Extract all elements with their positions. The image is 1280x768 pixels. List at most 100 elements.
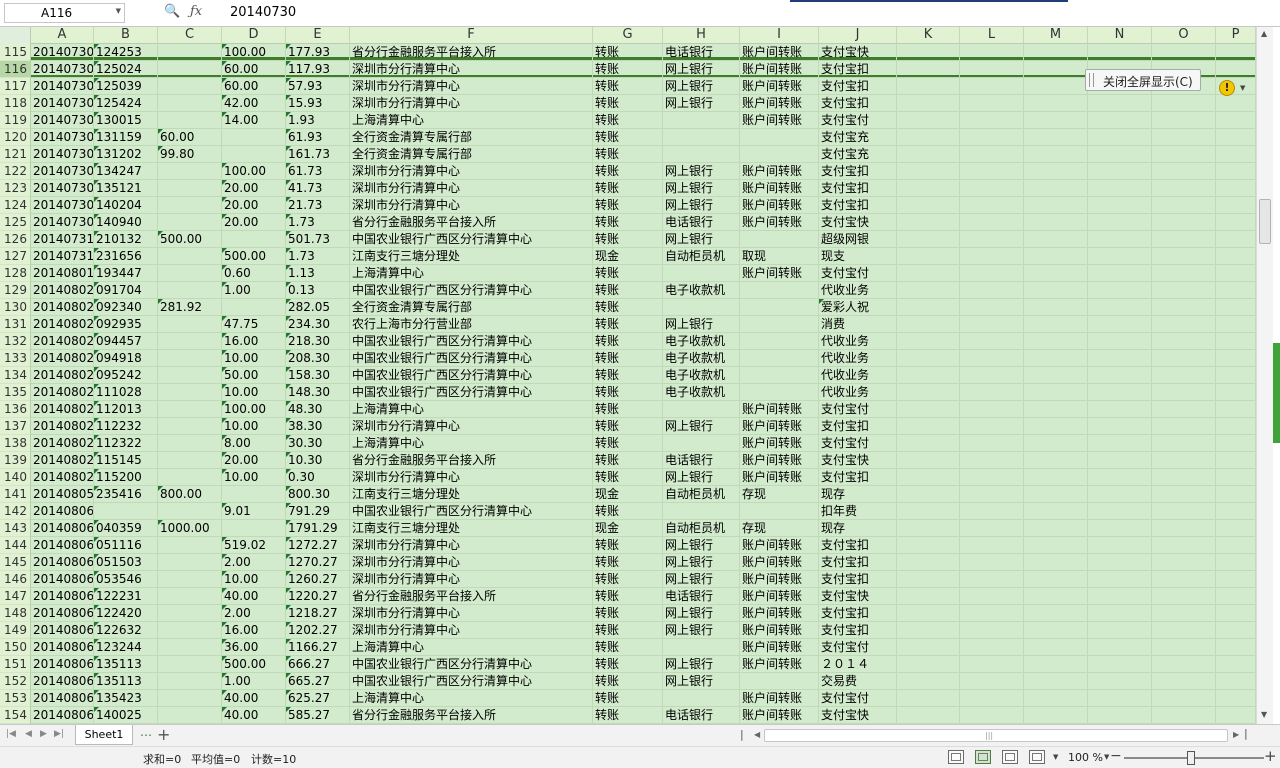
cell-h-151[interactable]: 网上银行	[663, 656, 740, 673]
cell-c-129[interactable]	[158, 282, 222, 299]
cell-j-129[interactable]: 代收业务	[819, 282, 897, 299]
cell-empty[interactable]	[897, 61, 960, 78]
cell-h-142[interactable]	[663, 503, 740, 520]
cell-f-122[interactable]: 深圳市分行清算中心	[350, 163, 593, 180]
cell-a-154[interactable]: 20140806	[31, 707, 94, 724]
cell-e-129[interactable]: 0.13	[286, 282, 350, 299]
cell-b-115[interactable]: 124253	[94, 44, 158, 61]
cell-empty[interactable]	[1088, 605, 1152, 622]
cell-h-122[interactable]: 网上银行	[663, 163, 740, 180]
cell-empty[interactable]	[1024, 248, 1088, 265]
cell-j-116[interactable]: 支付宝扣	[819, 61, 897, 78]
cell-empty[interactable]	[1152, 639, 1216, 656]
cell-empty[interactable]	[960, 588, 1024, 605]
cell-empty[interactable]	[897, 707, 960, 724]
cell-e-117[interactable]: 57.93	[286, 78, 350, 95]
cell-empty[interactable]	[1088, 44, 1152, 61]
cell-empty[interactable]	[897, 588, 960, 605]
cell-i-130[interactable]	[740, 299, 819, 316]
cell-empty[interactable]	[960, 401, 1024, 418]
cell-e-131[interactable]: 234.30	[286, 316, 350, 333]
row-header-150[interactable]: 150	[0, 639, 30, 656]
cell-empty[interactable]	[1024, 61, 1088, 78]
cell-empty[interactable]	[1088, 469, 1152, 486]
cell-j-153[interactable]: 支付宝付	[819, 690, 897, 707]
cell-empty[interactable]	[1024, 95, 1088, 112]
cell-d-123[interactable]: 20.00	[222, 180, 286, 197]
cell-b-124[interactable]: 140204	[94, 197, 158, 214]
cell-empty[interactable]	[1152, 350, 1216, 367]
vertical-scroll-thumb[interactable]	[1259, 199, 1271, 244]
more-sheets-icon[interactable]: ⋯	[140, 728, 152, 742]
cell-empty[interactable]	[1216, 401, 1256, 418]
cell-empty[interactable]	[1024, 350, 1088, 367]
cell-d-149[interactable]: 16.00	[222, 622, 286, 639]
cell-i-145[interactable]: 账户间转账	[740, 554, 819, 571]
cell-empty[interactable]	[1024, 520, 1088, 537]
cell-empty[interactable]	[1152, 622, 1216, 639]
cell-f-119[interactable]: 上海清算中心	[350, 112, 593, 129]
cell-empty[interactable]	[1216, 673, 1256, 690]
cell-e-126[interactable]: 501.73	[286, 231, 350, 248]
row-header-144[interactable]: 144	[0, 537, 30, 554]
cell-empty[interactable]	[1088, 401, 1152, 418]
cell-g-134[interactable]: 转账	[593, 367, 663, 384]
cell-g-138[interactable]: 转账	[593, 435, 663, 452]
cell-empty[interactable]	[960, 554, 1024, 571]
cell-empty[interactable]	[1024, 537, 1088, 554]
cell-empty[interactable]	[960, 146, 1024, 163]
cell-empty[interactable]	[897, 605, 960, 622]
cell-a-115[interactable]: 20140730	[31, 44, 94, 61]
row-header-123[interactable]: 123	[0, 180, 30, 197]
cell-c-137[interactable]	[158, 418, 222, 435]
column-header-g[interactable]: G	[593, 27, 663, 44]
cell-j-133[interactable]: 代收业务	[819, 350, 897, 367]
cell-empty[interactable]	[897, 554, 960, 571]
cell-f-149[interactable]: 深圳市分行清算中心	[350, 622, 593, 639]
cell-empty[interactable]	[1024, 197, 1088, 214]
cell-empty[interactable]	[1216, 367, 1256, 384]
cell-empty[interactable]	[960, 316, 1024, 333]
cell-empty[interactable]	[1152, 486, 1216, 503]
cell-j-141[interactable]: 现存	[819, 486, 897, 503]
chevron-down-icon[interactable]: ▼	[1053, 753, 1058, 761]
cell-d-118[interactable]: 42.00	[222, 95, 286, 112]
cell-h-133[interactable]: 电子收款机	[663, 350, 740, 367]
cell-empty[interactable]	[897, 435, 960, 452]
chevron-down-icon[interactable]: ▼	[1104, 753, 1109, 761]
cell-d-126[interactable]	[222, 231, 286, 248]
cell-e-124[interactable]: 21.73	[286, 197, 350, 214]
column-header-h[interactable]: H	[663, 27, 740, 44]
cell-h-129[interactable]: 电子收款机	[663, 282, 740, 299]
scroll-up-icon[interactable]: ▲	[1261, 29, 1267, 38]
cell-empty[interactable]	[960, 350, 1024, 367]
cell-a-132[interactable]: 20140802	[31, 333, 94, 350]
row-header-115[interactable]: 115	[0, 44, 30, 61]
cell-d-133[interactable]: 10.00	[222, 350, 286, 367]
cell-empty[interactable]	[1152, 418, 1216, 435]
cell-a-136[interactable]: 20140802	[31, 401, 94, 418]
cell-empty[interactable]	[1216, 486, 1256, 503]
cell-e-120[interactable]: 61.93	[286, 129, 350, 146]
cell-a-120[interactable]: 20140730	[31, 129, 94, 146]
cell-b-138[interactable]: 112322	[94, 435, 158, 452]
cell-e-115[interactable]: 177.93	[286, 44, 350, 61]
cell-a-140[interactable]: 20140802	[31, 469, 94, 486]
cell-e-153[interactable]: 625.27	[286, 690, 350, 707]
cell-empty[interactable]	[1152, 248, 1216, 265]
column-header-n[interactable]: N	[1088, 27, 1152, 44]
cell-a-122[interactable]: 20140730	[31, 163, 94, 180]
cell-f-130[interactable]: 全行资金清算专属行部	[350, 299, 593, 316]
cell-empty[interactable]	[897, 656, 960, 673]
cell-i-127[interactable]: 取现	[740, 248, 819, 265]
cell-b-131[interactable]: 092935	[94, 316, 158, 333]
cell-j-120[interactable]: 支付宝充	[819, 129, 897, 146]
cell-d-128[interactable]: 0.60	[222, 265, 286, 282]
row-header-152[interactable]: 152	[0, 673, 30, 690]
cell-c-130[interactable]: 281.92	[158, 299, 222, 316]
cell-g-139[interactable]: 转账	[593, 452, 663, 469]
cell-f-139[interactable]: 省分行金融服务平台接入所	[350, 452, 593, 469]
cell-a-145[interactable]: 20140806	[31, 554, 94, 571]
cell-empty[interactable]	[1152, 316, 1216, 333]
cell-empty[interactable]	[960, 265, 1024, 282]
